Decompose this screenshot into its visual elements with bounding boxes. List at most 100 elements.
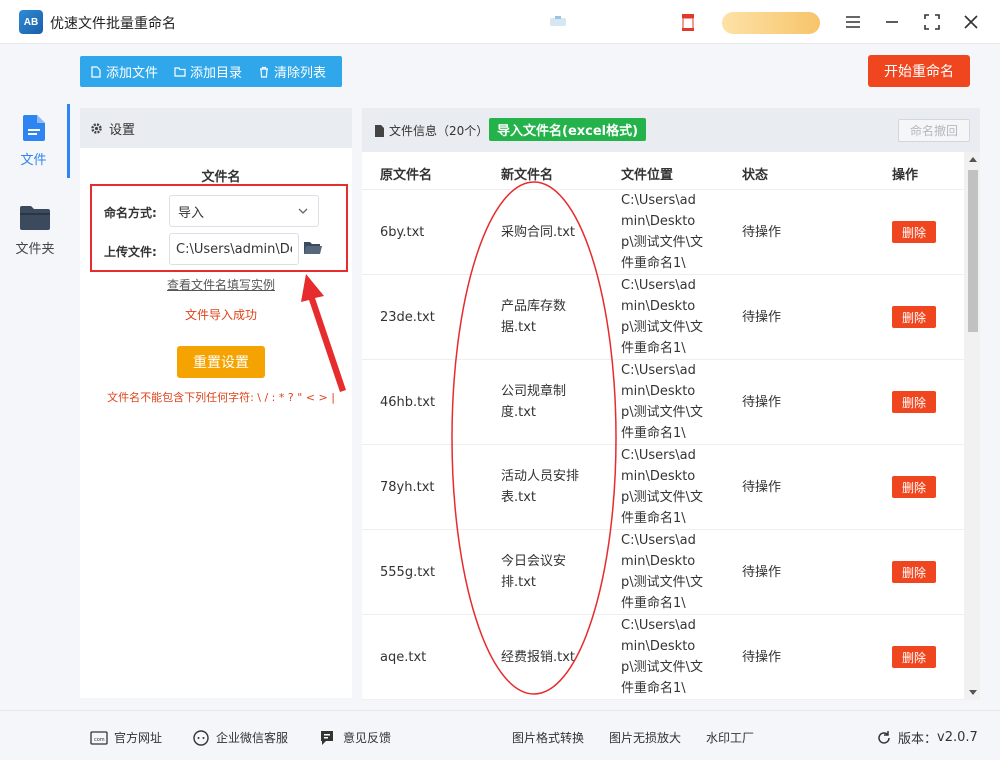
gift-icon[interactable] (680, 12, 696, 32)
delete-button[interactable]: 删除 (892, 561, 936, 583)
folder-outline-icon (174, 66, 186, 77)
file-list-panel: 文件信息（20个） 导入文件名(excel格式) 命名撤回 原文件名 新文件名 … (362, 108, 980, 700)
new-name-cell: 产品库存数据.txt (501, 299, 567, 335)
feedback-link[interactable]: 意见反馈 (319, 729, 391, 746)
location-cell: C:\Users\admin\Desktop\测试文件\文件重命名1\ (621, 363, 704, 441)
delete-button[interactable]: 删除 (892, 391, 936, 413)
add-directory-button[interactable]: 添加目录 (174, 62, 242, 81)
table-row: 23de.txt 产品库存数据.txt C:\Users\admin\Deskt… (362, 275, 964, 360)
table-row: 46hb.txt 公司规章制度.txt C:\Users\admin\Deskt… (362, 360, 964, 445)
section-title: 文件名 (201, 170, 241, 185)
original-name-cell: 6by.txt (380, 225, 425, 240)
close-button[interactable] (958, 9, 984, 35)
location-cell: C:\Users\admin\Desktop\测试文件\文件重命名1\ (621, 193, 704, 271)
table-header: 原文件名 新文件名 文件位置 状态 操作 (362, 152, 964, 190)
status-cell: 待操作 (742, 310, 782, 325)
col-original-name: 原文件名 (380, 168, 433, 183)
app-logo: AB (19, 10, 43, 34)
file-outline-icon (91, 65, 101, 78)
footer: com 官方网址 企业微信客服 意见反馈 图片格式转换 图片无损放大 水印工厂 … (0, 710, 1000, 760)
title-bar: AB 优速文件批量重命名 (0, 0, 1000, 44)
location-cell: C:\Users\admin\Desktop\测试文件\文件重命名1\ (621, 533, 704, 611)
location-cell: C:\Users\admin\Desktop\测试文件\文件重命名1\ (621, 448, 704, 526)
scroll-down-arrow-icon[interactable] (969, 690, 977, 696)
version-number: v2.0.7 (937, 730, 978, 745)
table-row: 555g.txt 今日会议安排.txt C:\Users\admin\Deskt… (362, 530, 964, 615)
original-name-cell: 46hb.txt (380, 395, 436, 410)
close-icon (964, 15, 978, 29)
refresh-icon (878, 730, 890, 744)
col-location: 文件位置 (621, 168, 674, 183)
file-info-title: 文件信息（20个） (374, 122, 488, 139)
original-name-cell: aqe.txt (380, 650, 427, 665)
table-row: 78yh.txt 活动人员安排表.txt C:\Users\admin\Desk… (362, 445, 964, 530)
original-name-cell: 23de.txt (380, 310, 435, 325)
import-excel-button[interactable]: 导入文件名(excel格式) (489, 118, 647, 141)
version-label: 版本： (898, 732, 938, 747)
delete-button[interactable]: 删除 (892, 221, 936, 243)
table-row: aqe.txt 经费报销.txt C:\Users\admin\Desktop\… (362, 615, 964, 700)
gear-icon (91, 122, 102, 134)
browse-folder-icon[interactable] (304, 240, 322, 256)
settings-header: 设置 (80, 108, 352, 148)
add-file-button[interactable]: 添加文件 (90, 62, 158, 81)
menu-button[interactable] (840, 9, 866, 35)
wechat-support-link[interactable]: 企业微信客服 (192, 729, 288, 746)
official-website-link[interactable]: com 官方网址 (90, 729, 162, 746)
nav-item-folder[interactable]: 文件夹 (0, 194, 70, 268)
svg-text:com: com (94, 737, 105, 743)
minimize-button[interactable] (879, 9, 905, 35)
image-enlarge-link[interactable]: 图片无损放大 (609, 729, 681, 746)
add-file-label: 添加文件 (106, 66, 159, 81)
official-website-label: 官方网址 (114, 731, 163, 745)
fullscreen-icon (924, 14, 940, 30)
location-cell: C:\Users\admin\Desktop\测试文件\文件重命名1\ (621, 278, 704, 356)
status-cell: 待操作 (742, 225, 782, 240)
delete-button[interactable]: 删除 (892, 476, 936, 498)
add-directory-label: 添加目录 (190, 66, 243, 81)
hamburger-icon (846, 16, 860, 28)
version-info[interactable]: 版本： v2.0.7 (876, 728, 978, 747)
maximize-button[interactable] (919, 9, 945, 35)
scroll-up-arrow-icon[interactable] (969, 156, 977, 162)
col-new-name: 新文件名 (501, 168, 554, 183)
website-icon: com (90, 730, 108, 745)
settings-panel: 设置 文件名 命名方式: 导入 上传文件: 查看文件名填写实例 文件导入成功 重… (80, 108, 352, 698)
promo-icon[interactable] (546, 16, 570, 28)
naming-mode-value: 导入 (178, 205, 205, 221)
new-name-cell: 经费报销.txt (501, 650, 576, 665)
file-icon (22, 114, 45, 141)
clear-list-button[interactable]: 清除列表 (258, 62, 326, 81)
trash-icon (260, 66, 269, 78)
undo-rename-button[interactable]: 命名撤回 (898, 119, 970, 142)
vertical-scrollbar[interactable] (964, 152, 980, 700)
wechat-support-label: 企业微信客服 (216, 731, 289, 745)
start-rename-button[interactable]: 开始重命名 (868, 55, 970, 87)
vip-badge[interactable] (722, 12, 820, 34)
watermark-factory-link[interactable]: 水印工厂 (706, 729, 754, 746)
original-name-cell: 555g.txt (380, 565, 436, 580)
chevron-down-icon (298, 208, 308, 214)
wechat-icon (193, 729, 209, 746)
upload-file-input[interactable] (169, 233, 299, 265)
document-icon (375, 124, 384, 137)
annotation-arrow (301, 274, 346, 392)
new-name-cell: 公司规章制度.txt (501, 384, 567, 420)
location-cell: C:\Users\admin\Desktop\测试文件\文件重命名1\ (621, 618, 704, 696)
new-name-cell: 采购合同.txt (501, 225, 576, 240)
status-cell: 待操作 (742, 480, 782, 495)
delete-button[interactable]: 删除 (892, 646, 936, 668)
status-cell: 待操作 (742, 650, 782, 665)
app-title: 优速文件批量重命名 (50, 16, 176, 32)
new-name-cell: 今日会议安排.txt (501, 554, 567, 590)
scrollbar-thumb[interactable] (968, 170, 978, 332)
table-body: 6by.txt 采购合同.txt C:\Users\admin\Desktop\… (362, 190, 964, 700)
image-format-link[interactable]: 图片格式转换 (512, 729, 584, 746)
nav-item-file[interactable]: 文件 (0, 104, 70, 178)
minimize-icon (886, 21, 898, 23)
naming-mode-select[interactable]: 导入 (169, 195, 319, 227)
toolbar: 添加文件 添加目录 清除列表 (80, 56, 342, 87)
original-name-cell: 78yh.txt (380, 480, 435, 495)
reset-settings-button[interactable]: 重置设置 (177, 346, 265, 378)
delete-button[interactable]: 删除 (892, 306, 936, 328)
